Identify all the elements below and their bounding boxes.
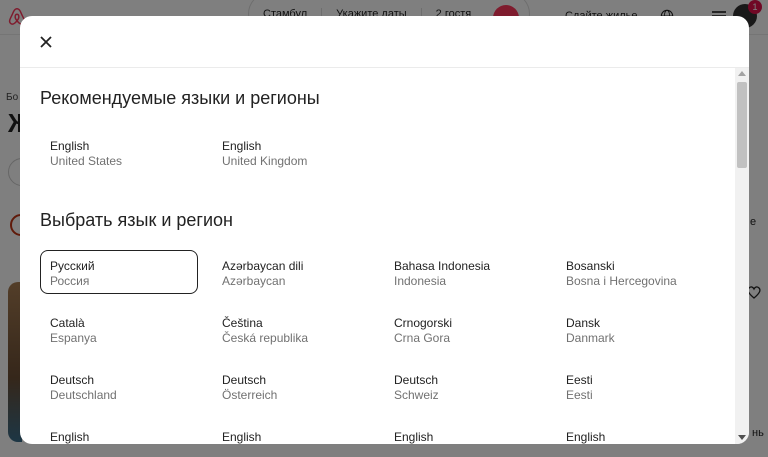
language-name: Русский: [50, 259, 95, 273]
language-option[interactable]: Čeština Česká republika: [212, 307, 370, 351]
region-name: Россия: [50, 274, 90, 288]
choose-language-title: Выбрать язык и регион: [40, 210, 233, 230]
close-icon: [40, 36, 52, 48]
scroll-thumb[interactable]: [737, 82, 747, 168]
language-name: English: [222, 430, 262, 444]
scroll-up-arrow-icon[interactable]: [738, 71, 746, 76]
region-name: Schweiz: [394, 388, 439, 402]
region-name: United Kingdom: [222, 154, 308, 168]
region-name: Azərbaycan: [222, 274, 286, 288]
region-name: Česká republika: [222, 331, 309, 345]
language-option[interactable]: Deutsch Deutschland: [40, 364, 198, 408]
scroll-down-arrow-icon[interactable]: [738, 435, 746, 440]
language-name: Bahasa Indonesia: [394, 259, 491, 273]
language-option[interactable]: English: [212, 421, 370, 444]
language-name: Eesti: [566, 373, 593, 387]
language-option[interactable]: Bahasa Indonesia Indonesia: [384, 250, 542, 294]
language-name: Dansk: [566, 316, 601, 330]
language-name: Deutsch: [50, 373, 95, 387]
recommended-title: Рекомендуемые языки и регионы: [40, 88, 320, 108]
language-option[interactable]: English: [556, 421, 714, 444]
language-name: English: [394, 430, 434, 444]
language-region-modal: Рекомендуемые языки и регионы English Un…: [20, 16, 749, 444]
close-button[interactable]: [34, 30, 58, 54]
modal-header: [20, 16, 749, 68]
language-name: Bosanski: [566, 259, 615, 273]
region-name: Indonesia: [394, 274, 447, 288]
language-option[interactable]: English: [384, 421, 542, 444]
recommended-item[interactable]: English United States: [40, 130, 198, 174]
region-name: Danmark: [566, 331, 615, 345]
region-name: Deutschland: [50, 388, 117, 402]
language-name: English: [50, 430, 90, 444]
language-name: Čeština: [222, 316, 263, 330]
region-name: Österreich: [222, 388, 278, 402]
language-name: Català: [50, 316, 85, 330]
language-option[interactable]: English: [40, 421, 198, 444]
language-option[interactable]: Deutsch Schweiz: [384, 364, 542, 408]
language-option[interactable]: Crnogorski Crna Gora: [384, 307, 542, 351]
recommended-item[interactable]: English United Kingdom: [212, 130, 370, 174]
modal-body: Рекомендуемые языки и регионы English Un…: [20, 68, 735, 444]
region-name: Espanya: [50, 331, 97, 345]
language-name: English: [566, 430, 606, 444]
language-name: English: [50, 139, 90, 153]
language-option[interactable]: Dansk Danmark: [556, 307, 714, 351]
region-name: United States: [50, 154, 123, 168]
region-name: Bosna i Hercegovina: [566, 274, 677, 288]
region-name: Eesti: [566, 388, 593, 402]
region-name: Crna Gora: [394, 331, 451, 345]
language-option[interactable]: Azərbaycan dili Azərbaycan: [212, 250, 370, 294]
language-name: Deutsch: [394, 373, 439, 387]
language-name: Deutsch: [222, 373, 267, 387]
language-option-selected[interactable]: Русский Россия: [40, 250, 198, 294]
language-option[interactable]: Deutsch Österreich: [212, 364, 370, 408]
language-option[interactable]: Eesti Eesti: [556, 364, 714, 408]
language-option[interactable]: Català Espanya: [40, 307, 198, 351]
language-name: English: [222, 139, 262, 153]
language-option[interactable]: Bosanski Bosna i Hercegovina: [556, 250, 714, 294]
language-name: Crnogorski: [394, 316, 453, 330]
language-name: Azərbaycan dili: [222, 259, 304, 273]
modal-scrollbar[interactable]: [735, 68, 749, 444]
